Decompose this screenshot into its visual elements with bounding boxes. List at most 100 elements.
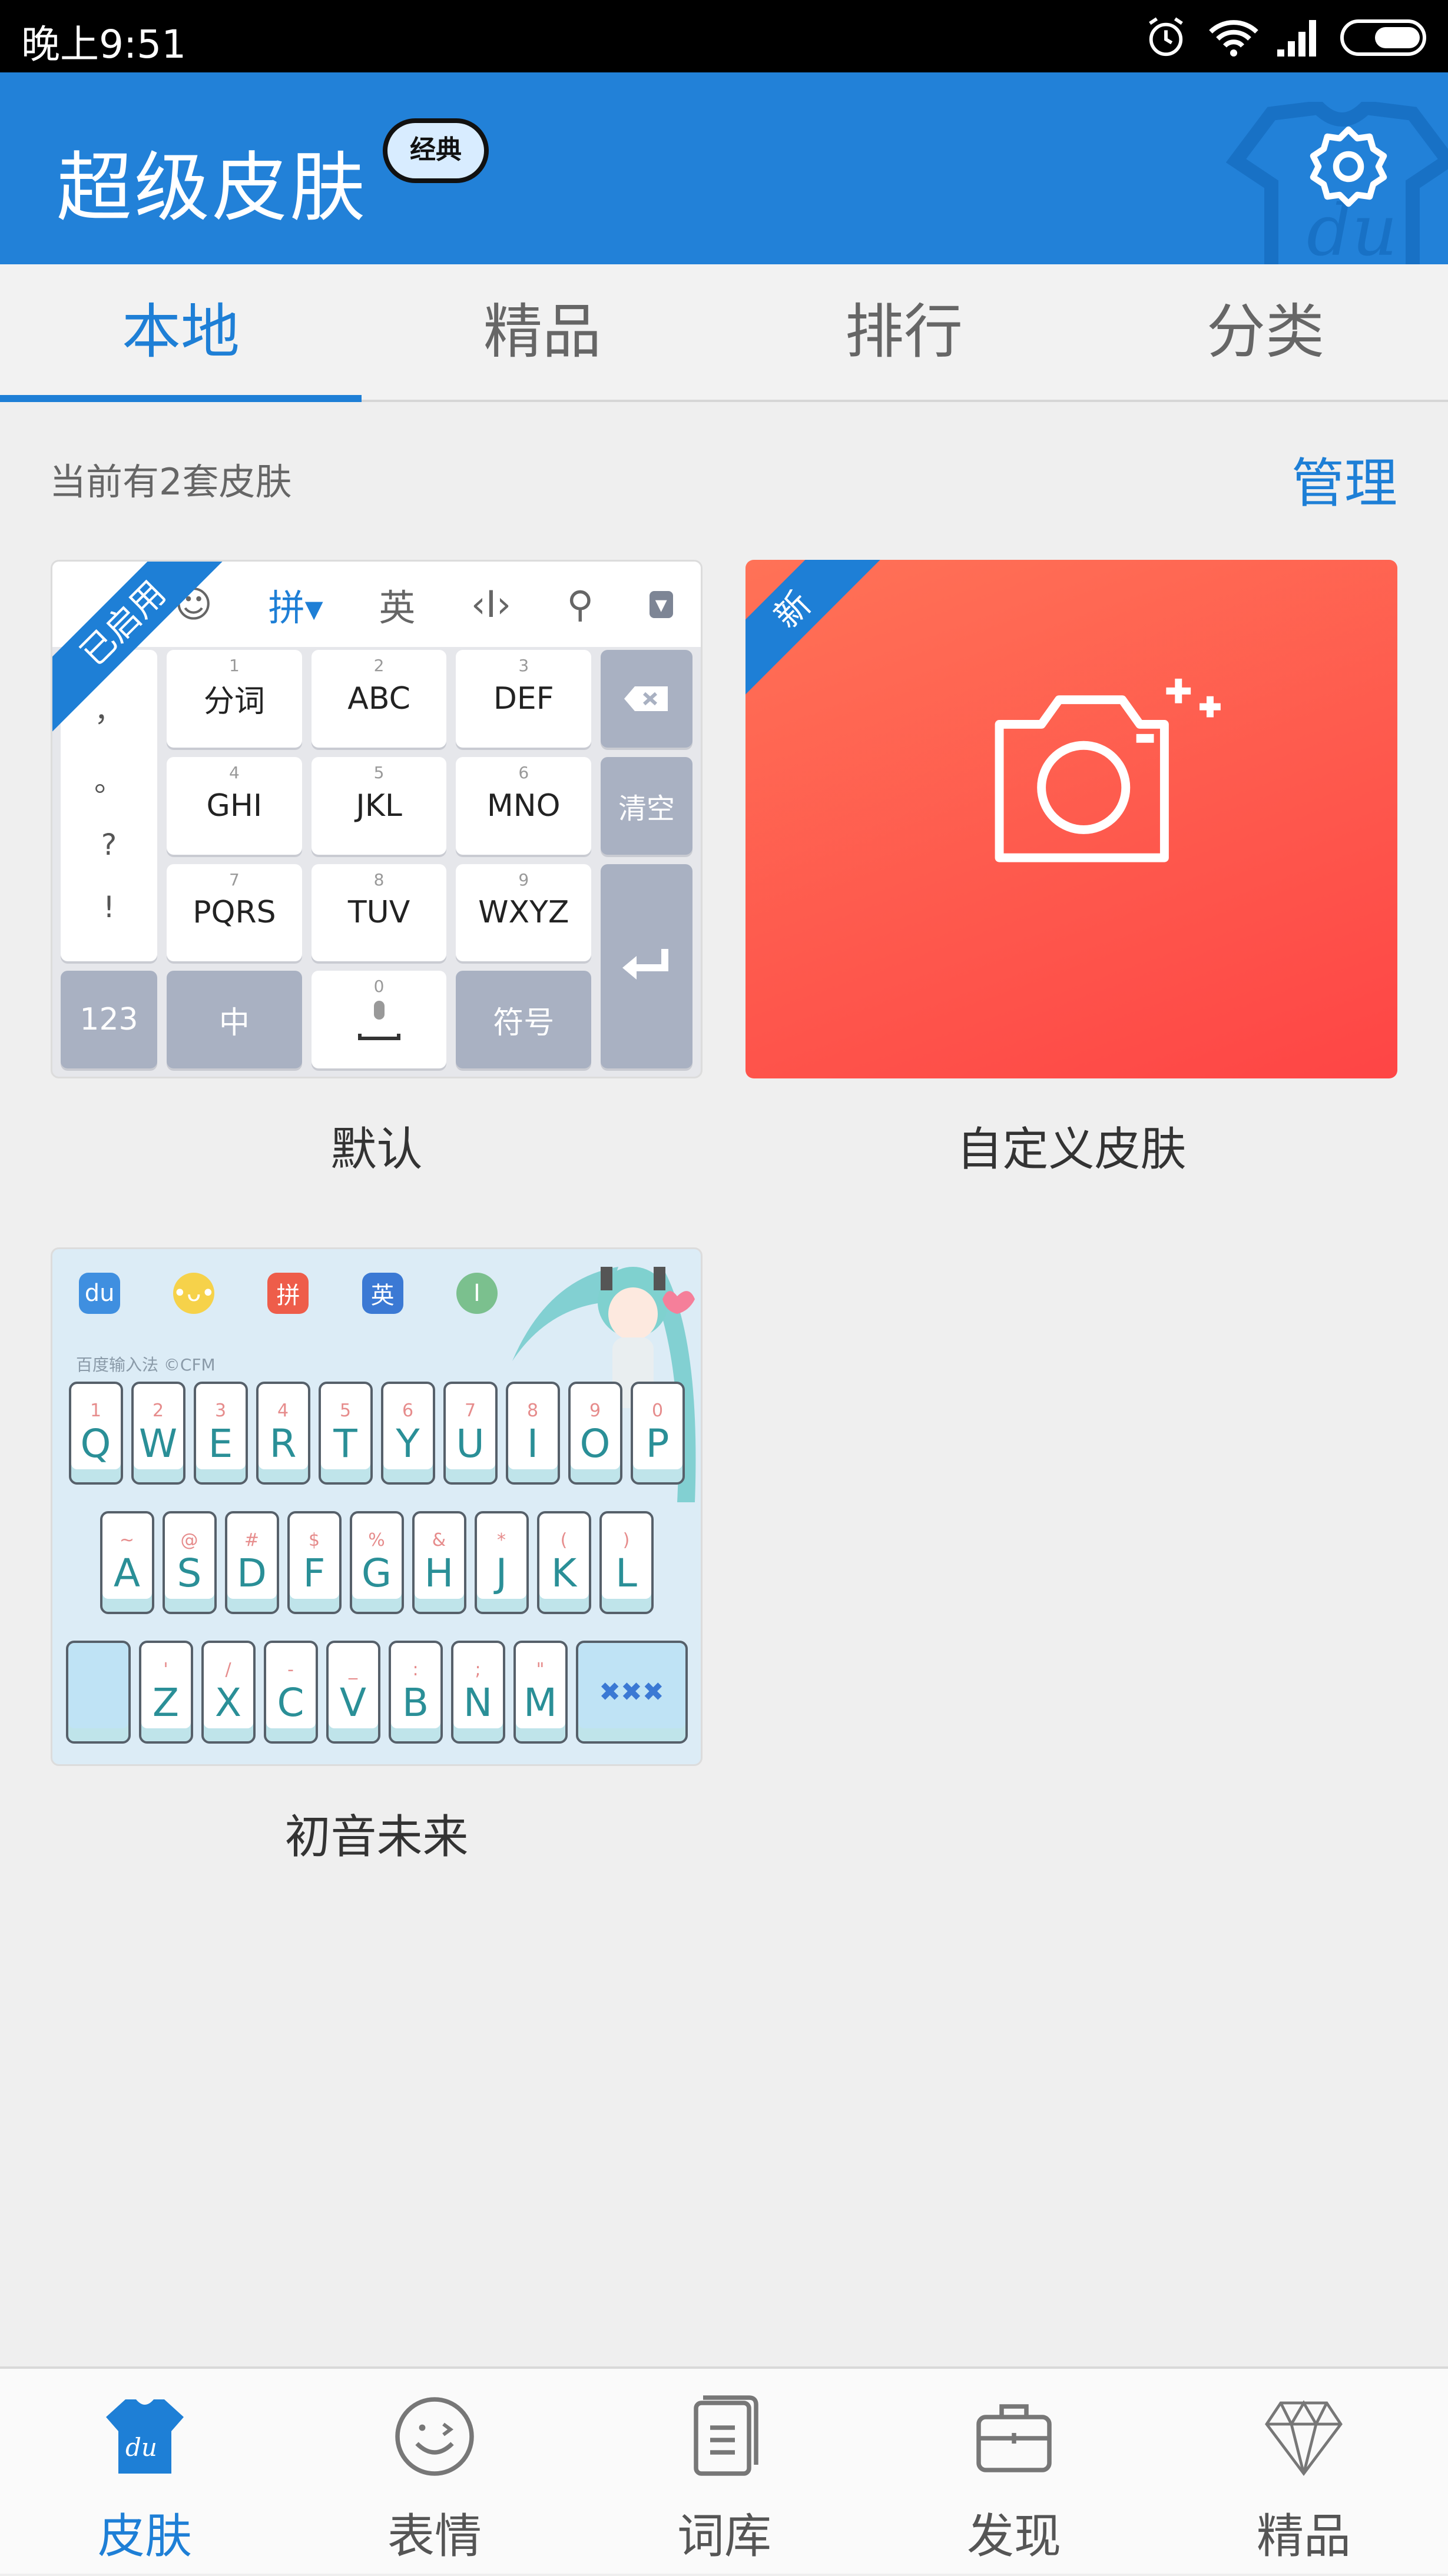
letter-key: 2W bbox=[131, 1382, 185, 1485]
letter-key: $ F bbox=[287, 1511, 342, 1614]
key-label: X bbox=[214, 1679, 242, 1725]
key-symbol: ( bbox=[560, 1529, 568, 1551]
letter-key: # D bbox=[224, 1511, 279, 1614]
letter-key: -C bbox=[263, 1641, 318, 1744]
tshirt-icon: du bbox=[106, 2399, 184, 2474]
key-label: ABC bbox=[347, 680, 410, 716]
key-symbol: ; bbox=[475, 1659, 481, 1680]
bottom-navigation: du 皮肤 表情 词库 发现 精品 bbox=[0, 2366, 1448, 2574]
tab-bar: 本地 精品 排行 分类 bbox=[0, 264, 1448, 402]
nav-skins[interactable]: du 皮肤 bbox=[0, 2369, 290, 2576]
t9-key: 7 PQRS bbox=[167, 864, 302, 962]
key-symbol: 6 bbox=[402, 1400, 414, 1421]
classic-badge: 经典 bbox=[383, 118, 489, 183]
microphone-icon bbox=[357, 1001, 400, 1041]
key-symbol: / bbox=[225, 1659, 231, 1680]
letter-key: 4R bbox=[256, 1382, 310, 1485]
skin-name: 自定义皮肤 bbox=[956, 1123, 1187, 1176]
letter-key: 6Y bbox=[380, 1382, 435, 1485]
letter-key: 7U bbox=[443, 1382, 498, 1485]
svg-text:du: du bbox=[125, 2433, 157, 2462]
camera-plus-icon bbox=[995, 678, 1221, 862]
status-bar: 晚上9:51 bbox=[0, 0, 1448, 72]
key-symbol: 5 bbox=[339, 1400, 352, 1421]
key-label: W bbox=[138, 1420, 178, 1466]
key-number: 0 bbox=[373, 977, 385, 997]
app-title: 超级皮肤 bbox=[57, 144, 368, 232]
manage-button[interactable]: 管理 bbox=[1291, 440, 1397, 517]
key-number: 7 bbox=[228, 869, 240, 889]
skin-count: 当前有2套皮肤 bbox=[49, 460, 292, 503]
key-symbol: 0 bbox=[651, 1400, 664, 1421]
letter-key: / X bbox=[201, 1641, 256, 1744]
clear-key: 清空 bbox=[601, 756, 692, 855]
key-label: N bbox=[463, 1679, 493, 1725]
toolbar-item: ▾ bbox=[649, 590, 673, 618]
nav-dictionary[interactable]: 词库 bbox=[579, 2369, 869, 2576]
key-symbol: & bbox=[432, 1529, 446, 1551]
key-label: Z bbox=[152, 1679, 180, 1725]
tab-ranking[interactable]: 排行 bbox=[723, 264, 1085, 400]
key-symbol: % bbox=[368, 1529, 385, 1551]
letter-key: (K bbox=[536, 1511, 591, 1614]
key-label: U bbox=[456, 1420, 485, 1466]
key-label: D bbox=[237, 1550, 267, 1596]
nav-label: 精品 bbox=[1257, 2509, 1351, 2564]
key-label: B bbox=[402, 1679, 429, 1725]
tab-local[interactable]: 本地 bbox=[0, 264, 362, 400]
key-symbol: 3 bbox=[214, 1400, 227, 1421]
nav-discover[interactable]: 发现 bbox=[869, 2369, 1159, 2576]
key-symbol: 8 bbox=[526, 1400, 539, 1421]
toolbar-item: 英 bbox=[379, 586, 416, 629]
t9-key: 9 WXYZ bbox=[456, 864, 592, 962]
key-label: T bbox=[333, 1420, 357, 1466]
key-symbol: # bbox=[244, 1529, 260, 1551]
key-label: PQRS bbox=[193, 895, 276, 931]
key-label: 分词 bbox=[203, 684, 265, 720]
nav-label: 词库 bbox=[677, 2509, 771, 2564]
gear-icon[interactable] bbox=[1304, 122, 1393, 211]
leek-key bbox=[65, 1641, 131, 1744]
skin-name: 初音未来 bbox=[284, 1811, 469, 1864]
keyboard-brand: 百度输入法 ©CFM bbox=[76, 1355, 216, 1375]
tab-featured[interactable]: 精品 bbox=[362, 264, 723, 400]
key-symbol: ' bbox=[163, 1659, 168, 1680]
keyboard-preview: ， 。?! 清空 123 中 0 符号 1 分词 2 ABC 3 DEF 4 GHI 5 JKL 6 M… bbox=[61, 650, 692, 1068]
enter-icon bbox=[622, 949, 669, 980]
skin-card-custom[interactable]: 新 bbox=[745, 560, 1397, 1078]
t9-key: 2 ABC bbox=[311, 650, 447, 748]
letter-key: % G bbox=[349, 1511, 404, 1614]
letter-key: & H bbox=[412, 1511, 466, 1614]
letter-key: 0P bbox=[630, 1382, 685, 1485]
backspace-key bbox=[601, 650, 692, 748]
skin-card-default[interactable]: 已启用 ☺ 拼▾ 英 ‹I› ⚲ ▾ ，。?! 清空 123 中 0 符号 1 分词 2 ABC… bbox=[51, 560, 703, 1078]
diamond-icon bbox=[1265, 2400, 1343, 2476]
emoji-icon: •ᴗ• bbox=[173, 1273, 215, 1314]
key-number: 4 bbox=[228, 762, 240, 782]
key-label: R bbox=[269, 1420, 297, 1466]
key-symbol: " bbox=[536, 1659, 545, 1680]
key-symbol: 4 bbox=[277, 1400, 289, 1421]
nav-label: 皮肤 bbox=[98, 2509, 192, 2564]
status-time: 晚上9:51 bbox=[21, 22, 187, 67]
skin-card-miku[interactable]: du •ᴗ• 拼 英 I 百度输入法 ©CFM 1Q2W3E4R5T6Y7U8I… bbox=[51, 1247, 703, 1766]
key-symbol: _ bbox=[349, 1659, 357, 1680]
nav-label: 表情 bbox=[387, 2509, 482, 2564]
key-label: H bbox=[424, 1550, 454, 1596]
nav-emoticons[interactable]: 表情 bbox=[290, 2369, 579, 2576]
letter-key: 8I bbox=[505, 1382, 560, 1485]
key-row: ' Z / X - C _ V: B; N " M ✖✖✖ bbox=[64, 1641, 689, 1744]
tab-category[interactable]: 分类 bbox=[1085, 264, 1446, 400]
key-symbol: - bbox=[287, 1659, 294, 1680]
nav-featured[interactable]: 精品 bbox=[1159, 2369, 1448, 2576]
new-ribbon: 新 bbox=[745, 560, 899, 716]
punct-key: ! bbox=[103, 889, 115, 924]
letter-key: @ S bbox=[162, 1511, 217, 1614]
smiley-icon bbox=[395, 2397, 474, 2476]
key-label: J bbox=[495, 1550, 508, 1596]
key-label: C bbox=[277, 1679, 304, 1725]
key-label: M bbox=[523, 1679, 557, 1725]
key-label: O bbox=[579, 1420, 611, 1466]
t9-key: 8 TUV bbox=[311, 864, 447, 962]
key-label: S bbox=[177, 1550, 202, 1596]
